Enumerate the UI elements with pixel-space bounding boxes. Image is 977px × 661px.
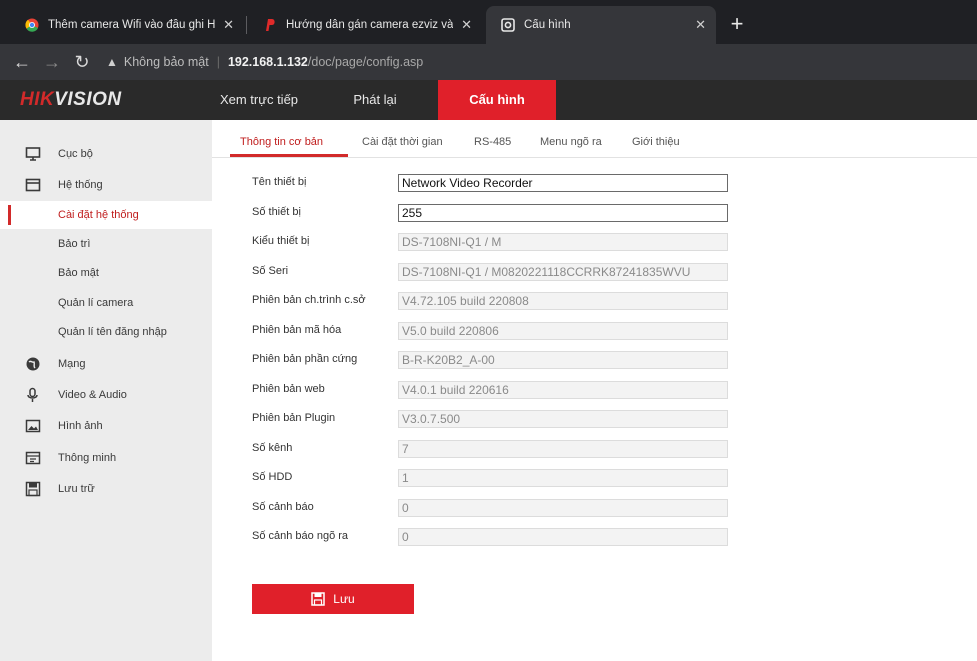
p-logo-icon <box>262 17 278 33</box>
sidebar-item-maintenance[interactable]: Bảo trì <box>0 230 212 258</box>
window-icon <box>24 176 42 194</box>
forward-arrow-icon[interactable]: → <box>40 50 64 74</box>
url-path: /doc/page/config.asp <box>307 55 424 69</box>
tab-title: Thêm camera Wifi vào đầu ghi H <box>48 19 216 31</box>
readonly-field: B-R-K20B2_A-00 <box>398 351 728 369</box>
field-label: Tên thiết bị <box>252 176 307 188</box>
mic-icon <box>24 386 42 404</box>
sidebar: Cục bộ Hệ thống Cài đặt hệ thống Bảo trì… <box>0 120 212 661</box>
readonly-field: 0 <box>398 528 728 546</box>
sidebar-item-user-management[interactable]: Quản lí tên đăng nhập <box>0 318 212 346</box>
field-label: Phiên bản ch.trình c.sở <box>252 294 366 306</box>
active-tab-indicator <box>230 154 348 157</box>
globe-icon <box>24 355 42 373</box>
sidebar-item-security[interactable]: Bảo mật <box>0 259 212 287</box>
save-button-label: Lưu <box>333 592 355 606</box>
tab-rs485[interactable]: RS-485 <box>474 136 511 148</box>
tab-alarm-output[interactable]: Menu ngõ ra <box>540 136 602 148</box>
back-arrow-icon[interactable]: ← <box>10 50 34 74</box>
nav-configuration[interactable]: Cấu hình <box>438 80 556 120</box>
url-host: 192.168.1.132 <box>227 55 308 69</box>
sidebar-item-network[interactable]: Mạng <box>0 350 212 378</box>
sidebar-item-smart[interactable]: Thông minh <box>0 444 212 472</box>
separator: | <box>216 55 220 69</box>
readonly-field: DS-7108NI-Q1 / M0820221118CCRRK87241835W… <box>398 263 728 281</box>
browser-tab-2[interactable]: Hướng dẫn gán camera ezviz vào ✕ <box>248 6 482 44</box>
readonly-field: V5.0 build 220806 <box>398 322 728 340</box>
chrome-icon <box>24 17 40 33</box>
field-label: Phiên bản phần cứng <box>252 353 358 365</box>
storage-icon <box>24 480 42 498</box>
sidebar-item-storage[interactable]: Lưu trữ <box>0 475 212 503</box>
field-label: Số Seri <box>252 265 289 277</box>
browser-tab-1[interactable]: Thêm camera Wifi vào đầu ghi H ✕ <box>10 6 244 44</box>
nav-playback[interactable]: Phát lại <box>330 80 420 120</box>
browser-tab-strip: Thêm camera Wifi vào đầu ghi H ✕ Hướng d… <box>0 0 977 44</box>
field-label: Số cảnh báo ngõ ra <box>252 530 349 542</box>
security-label: Không bảo mật <box>123 55 209 69</box>
tab-title: Cấu hình <box>524 19 571 31</box>
field-label: Phiên bản web <box>252 383 325 395</box>
close-icon[interactable]: ✕ <box>695 17 706 33</box>
nav-live-view[interactable]: Xem trực tiếp <box>206 80 312 120</box>
app-header: HIKVISION Xem trực tiếp Phát lại Cấu hìn… <box>0 80 977 120</box>
screen: Thêm camera Wifi vào đầu ghi H ✕ Hướng d… <box>0 0 977 661</box>
readonly-field: V3.0.7.500 <box>398 410 728 428</box>
sidebar-item-video-audio[interactable]: Video & Audio <box>0 381 212 409</box>
address-bar[interactable]: ▲ Không bảo mật | 192.168.1.132 /doc/pag… <box>106 51 977 73</box>
image-icon <box>24 417 42 435</box>
config-panel: Thông tin cơ bản Cài đặt thời gian RS-48… <box>212 120 977 661</box>
floppy-disk-icon <box>311 592 326 606</box>
field-label: Số HDD <box>252 471 293 483</box>
calendar-icon <box>24 449 42 467</box>
readonly-field: DS-7108NI-Q1 / M <box>398 233 728 251</box>
hikvision-logo: HIKVISION <box>20 89 122 110</box>
config-subtabs: Thông tin cơ bản Cài đặt thời gian RS-48… <box>212 120 977 158</box>
field-label: Phiên bản Plugin <box>252 412 336 424</box>
field-label: Phiên bản mã hóa <box>252 324 342 336</box>
tab-title: Hướng dẫn gán camera ezviz vào <box>286 19 454 31</box>
reload-icon[interactable]: ↻ <box>70 50 94 74</box>
close-icon[interactable]: ✕ <box>461 17 472 33</box>
sidebar-item-system-settings[interactable]: Cài đặt hệ thống <box>0 201 212 229</box>
tab-time-settings[interactable]: Cài đặt thời gian <box>362 136 443 148</box>
field-label: Kiểu thiết bị <box>252 235 310 247</box>
readonly-field: V4.0.1 build 220616 <box>398 381 728 399</box>
sidebar-item-camera-management[interactable]: Quản lí camera <box>0 289 212 317</box>
readonly-field: 7 <box>398 440 728 458</box>
readonly-field: V4.72.105 build 220808 <box>398 292 728 310</box>
monitor-icon <box>24 145 42 163</box>
save-button[interactable]: Lưu <box>252 584 414 614</box>
camera-page-icon <box>500 17 516 33</box>
field-label: Số cảnh báo <box>252 501 314 513</box>
browser-toolbar: ← → ↻ ▲ Không bảo mật | 192.168.1.132 /d… <box>0 44 977 80</box>
warning-triangle-icon: ▲ <box>106 55 118 69</box>
sidebar-item-image[interactable]: Hình ảnh <box>0 412 212 440</box>
new-tab-plus-icon[interactable]: + <box>724 12 750 38</box>
close-icon[interactable]: ✕ <box>223 17 234 33</box>
sidebar-item-system[interactable]: Hệ thống <box>0 171 212 199</box>
readonly-field: 0 <box>398 499 728 517</box>
field-label: Số kênh <box>252 442 293 454</box>
text-input[interactable]: Network Video Recorder <box>398 174 728 192</box>
sidebar-item-local[interactable]: Cục bộ <box>0 140 212 168</box>
text-input[interactable]: 255 <box>398 204 728 222</box>
readonly-field: 1 <box>398 469 728 487</box>
browser-tab-3[interactable]: Cấu hình ✕ <box>486 6 716 44</box>
tab-basic-info[interactable]: Thông tin cơ bản <box>240 136 323 148</box>
tab-about[interactable]: Giới thiệu <box>632 136 680 148</box>
field-label: Số thiết bị <box>252 206 301 218</box>
